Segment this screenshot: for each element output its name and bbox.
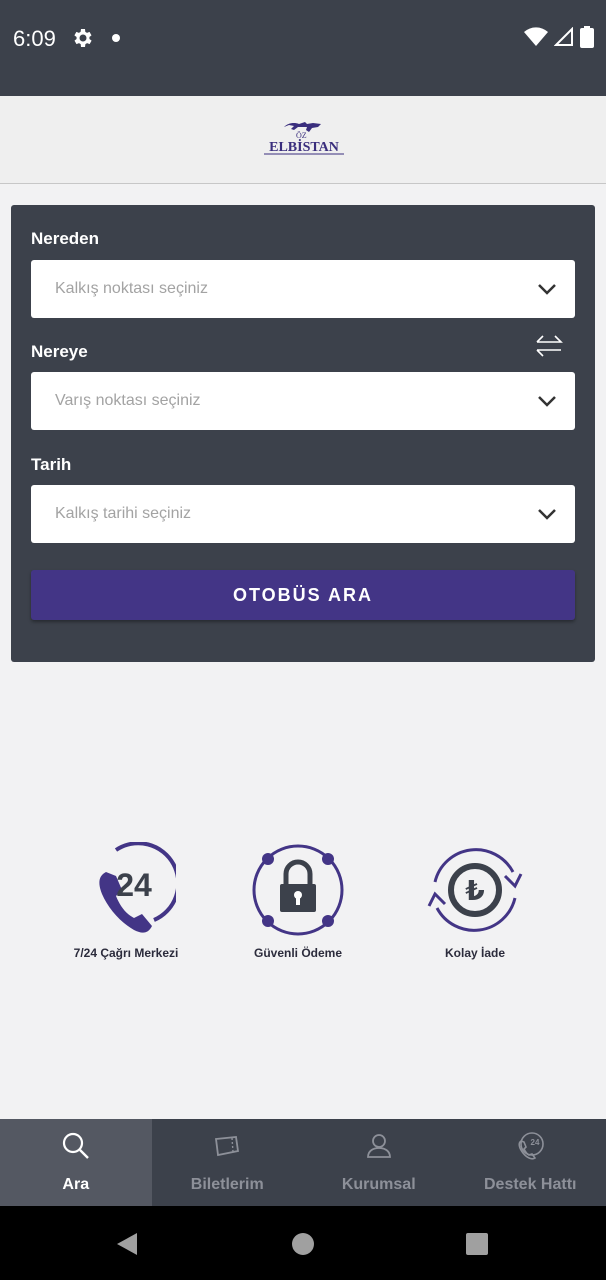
nav-item-corporate[interactable]: Kurumsal [303,1119,455,1206]
app-header: ÖZ ELBİSTAN [0,96,606,184]
call-center-24-text: 24 [116,867,152,903]
to-select[interactable]: Varış noktası seçiniz [31,372,575,430]
system-navigation-bar [0,1206,606,1280]
support-phone-icon: 24 [518,1132,545,1160]
nav-label-corporate: Kurumsal [341,1176,416,1193]
search-icon [62,1132,89,1159]
chevron-down-icon [538,284,556,295]
feature-secure-payment: Güvenli Ödeme [223,842,373,960]
padlock-icon [252,844,344,936]
chevron-down-icon [538,509,556,520]
feature-call-center-label: 7/24 Çağrı Merkezi [73,946,179,960]
bottom-navigation: Ara Biletlerim Kurumsal 24 Destek Hattı [0,1119,606,1206]
home-icon[interactable] [291,1232,315,1256]
gear-icon [74,29,92,47]
recent-apps-icon[interactable] [466,1233,488,1255]
feature-secure-payment-label: Güvenli Ödeme [253,946,343,960]
from-label: Nereden [31,229,100,248]
to-placeholder: Varış noktası seçiniz [55,392,201,409]
date-label: Tarih [31,455,72,474]
back-icon[interactable] [115,1231,139,1257]
nav-item-search[interactable]: Ara [0,1119,152,1206]
notification-dot-icon [112,34,120,42]
status-bar: 6:09 [0,0,606,96]
nav-label-search: Ara [62,1176,90,1193]
feature-easy-refund-label: Kolay İade [444,946,506,960]
wifi-icon [524,27,548,46]
date-placeholder: Kalkış tarihi seçiniz [55,505,192,522]
phone-24-icon: 24 [99,842,176,933]
date-select[interactable]: Kalkış tarihi seçiniz [31,485,575,543]
nav-label-tickets: Biletlerim [190,1176,264,1193]
from-select[interactable]: Kalkış noktası seçiniz [31,260,575,318]
lira-symbol-text: ₺ [465,874,484,907]
logo-elbistan-text: ELBİSTAN [269,138,339,155]
from-placeholder: Kalkış noktası seçiniz [55,280,208,297]
nav-item-tickets[interactable]: Biletlerim [152,1119,304,1206]
cellular-signal-icon [554,27,573,46]
chevron-down-icon [538,396,556,407]
feature-easy-refund: ₺ Kolay İade [400,842,550,960]
logo-oz-text: ÖZ [296,131,307,140]
status-icons [524,26,594,48]
search-bus-button[interactable]: OTOBÜS ARA [31,570,575,620]
support-24-text: 24 [531,1138,540,1147]
to-label: Nereye [31,342,88,361]
nav-label-support: Destek Hattı [484,1176,577,1193]
feature-call-center: 24 7/24 Çağrı Merkezi [51,842,201,960]
swap-direction-icon[interactable] [535,333,563,359]
lira-refund-icon: ₺ [427,848,523,932]
oz-elbistan-logo[interactable]: ÖZ ELBİSTAN [262,118,346,160]
ticket-icon [215,1136,240,1157]
user-icon [366,1134,391,1158]
status-time: 6:09 [13,26,56,51]
battery-icon [580,26,594,48]
bus-search-form: Nereden Kalkış noktası seçiniz Nereye Va… [11,205,595,662]
nav-item-support[interactable]: 24 Destek Hattı [455,1119,606,1206]
